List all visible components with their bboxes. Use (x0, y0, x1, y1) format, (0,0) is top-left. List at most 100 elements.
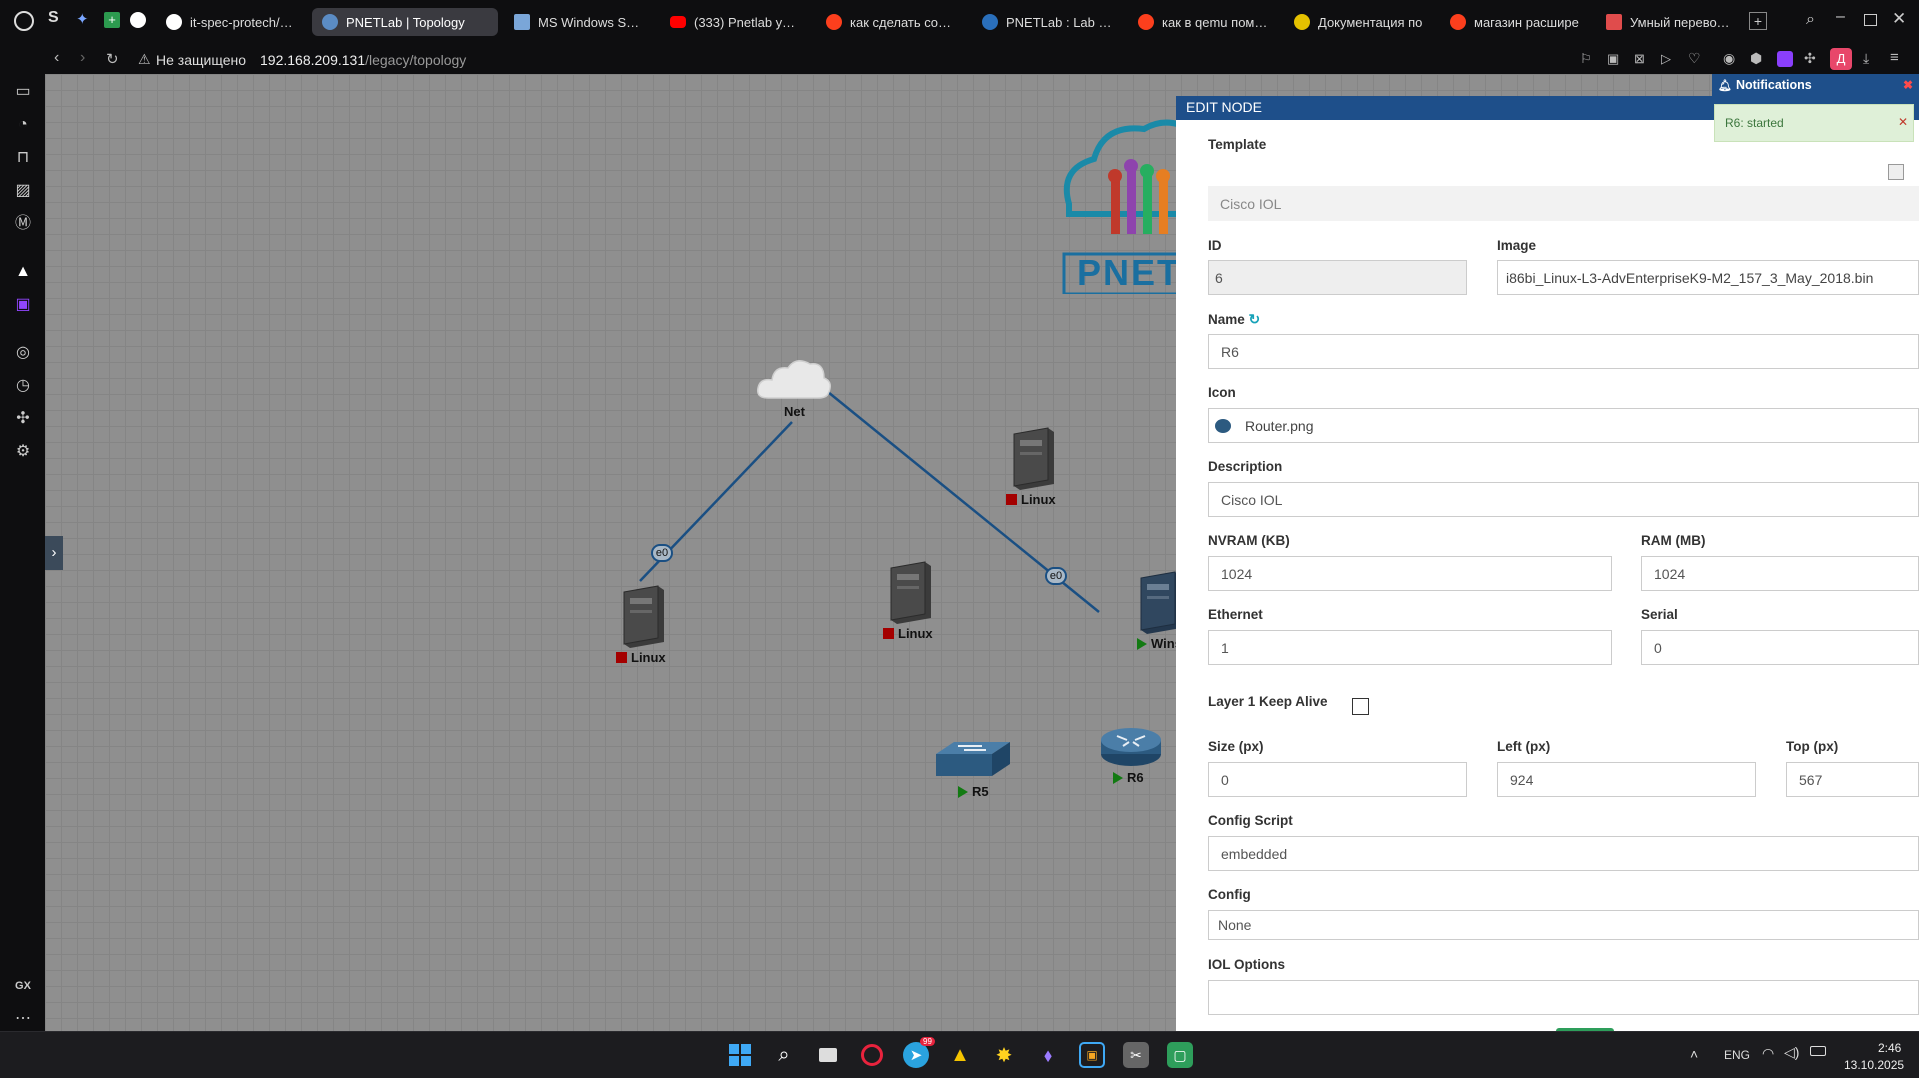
language-indicator[interactable]: ENG (1724, 1048, 1750, 1062)
twitch-icon[interactable]: ▣ (13, 295, 33, 315)
windows-logo-icon (729, 1044, 751, 1066)
player-icon[interactable]: ▷ (1661, 51, 1671, 67)
template-select[interactable]: Cisco IOL (1208, 186, 1919, 221)
tab-8[interactable]: магазин расшире (1440, 8, 1590, 36)
pin-icon[interactable]: ⚐ (1580, 51, 1592, 67)
gx-mods-icon[interactable]: Ⓜ (13, 214, 33, 234)
opera-menu-icon[interactable] (14, 11, 34, 31)
extensions-sidebar-icon[interactable]: ✣ (13, 409, 33, 429)
chevron-up-icon[interactable]: ˄ (1690, 1046, 1698, 1062)
sidebar-toggle-button[interactable]: › (45, 536, 63, 570)
node-linux-2[interactable]: Linux (883, 558, 933, 641)
settings-icon[interactable]: ⚙ (13, 442, 33, 462)
add-workspace-icon[interactable]: + (104, 12, 120, 28)
node-linux-3[interactable]: Linux (1006, 424, 1056, 507)
more-icon[interactable]: ⋯ (13, 1009, 33, 1029)
download-icon[interactable]: ⤓ (1863, 50, 1869, 67)
cube-icon[interactable]: ⬢ (1750, 50, 1762, 67)
tab-3[interactable]: (333) Pnetlab уста (660, 8, 810, 36)
volume-icon[interactable]: ◁) (1784, 1044, 1799, 1061)
puzzle-icon[interactable]: ✣ (1804, 50, 1816, 67)
forward-icon[interactable]: › (80, 49, 85, 67)
node-r5[interactable]: R5 (934, 740, 1010, 799)
gx-corner-icon[interactable]: ▨ (13, 181, 33, 201)
restore-icon[interactable] (1864, 14, 1877, 26)
history-icon[interactable]: ◷ (13, 376, 33, 396)
easy-setup-icon[interactable]: ≡ (1890, 49, 1899, 66)
tab-6[interactable]: как в qemu помен (1128, 8, 1278, 36)
tab-7[interactable]: Документация по (1284, 8, 1434, 36)
aria-icon[interactable]: ▲ (13, 262, 33, 282)
new-tab-button[interactable]: + (1749, 12, 1767, 30)
close-notifications-icon[interactable]: ✖ (1903, 78, 1913, 92)
app-burst-icon[interactable]: ✸ (991, 1042, 1017, 1068)
tab-1[interactable]: PNETLab | Topology (312, 8, 498, 36)
extension-icon[interactable] (1777, 51, 1793, 67)
image-select[interactable]: i86bi_Linux-L3-AdvEnterpriseK9-M2_157_3_… (1497, 260, 1919, 295)
gx-cleaner-icon[interactable]: ◔ (13, 115, 33, 135)
back-icon[interactable]: ‹ (54, 49, 59, 67)
ethernet-label: Ethernet (1208, 607, 1263, 622)
adblock-icon[interactable]: ⊠ (1634, 51, 1645, 67)
profile-avatar[interactable]: Д (1830, 48, 1852, 70)
wifi-icon[interactable]: ◠ (1762, 1045, 1774, 1062)
interface-badge[interactable]: e0 (1045, 567, 1067, 585)
close-window-icon[interactable]: ✕ (1892, 9, 1906, 29)
reload-icon[interactable]: ↻ (106, 50, 119, 68)
gx-control-icon[interactable]: ▭ (13, 82, 33, 102)
minimize-icon[interactable]: – (1836, 8, 1845, 26)
iol-options-input[interactable] (1208, 980, 1919, 1015)
left-input[interactable]: 924 (1497, 762, 1756, 797)
config-script-select[interactable]: embedded (1208, 836, 1919, 871)
ram-input[interactable]: 1024 (1641, 556, 1919, 591)
snapshot-icon[interactable]: ▣ (1607, 51, 1619, 67)
task-view-icon[interactable] (815, 1042, 841, 1068)
start-icon[interactable] (727, 1042, 753, 1068)
interface-badge[interactable]: e0 (651, 544, 673, 562)
url-field[interactable]: 192.168.209.131/legacy/topology (260, 52, 466, 68)
ethernet-input[interactable]: 1 (1208, 630, 1612, 665)
size-input[interactable]: 0 (1208, 762, 1467, 797)
top-input[interactable]: 567 (1786, 762, 1919, 797)
node-linux-1[interactable]: Linux (616, 582, 666, 665)
search-tabs-icon[interactable]: ⌕ (1806, 11, 1815, 29)
tab-islands-icon[interactable]: ✦ (76, 10, 89, 28)
nvram-input[interactable]: 1024 (1208, 556, 1612, 591)
panel-checkbox[interactable] (1888, 164, 1904, 180)
gx-badge-icon[interactable]: GX (13, 976, 33, 996)
app-yellow-icon[interactable]: ▲ (947, 1042, 973, 1068)
battery-icon[interactable] (1810, 1046, 1826, 1056)
app-crystal-icon[interactable]: ⬧ (1035, 1042, 1061, 1068)
workspaces-icon[interactable]: S (48, 9, 59, 27)
name-input[interactable]: R6 (1208, 334, 1919, 369)
virtualbox-icon[interactable]: ▣ (1079, 1042, 1105, 1068)
node-r6[interactable]: R6 (1099, 724, 1163, 785)
github-pinned-icon[interactable] (130, 12, 146, 28)
icon-select[interactable]: Router.png (1208, 408, 1919, 443)
search-icon[interactable]: ⌕ (771, 1042, 797, 1068)
node-net[interactable]: Net (756, 356, 832, 419)
player-sidebar-icon[interactable]: ◎ (13, 343, 33, 363)
keepalive-checkbox[interactable] (1352, 698, 1369, 715)
opera-gx-icon[interactable] (859, 1042, 885, 1068)
reset-name-icon[interactable]: ↻ (1249, 311, 1261, 327)
dismiss-notification-icon[interactable]: ✕ (1898, 115, 1908, 129)
favorites-icon[interactable]: ♡ (1688, 50, 1701, 67)
security-status[interactable]: Не защищено (156, 52, 246, 68)
snipping-icon[interactable]: ✂ (1123, 1042, 1149, 1068)
vmware-icon[interactable]: ▢ (1167, 1042, 1193, 1068)
description-input[interactable]: Cisco IOL (1208, 482, 1919, 517)
tab-label: PNETLab : Lab is S (1006, 14, 1112, 30)
tab-0[interactable]: it-spec-protech/Баз (156, 8, 306, 36)
vpn-icon[interactable]: ◉ (1723, 50, 1735, 67)
tab-2[interactable]: MS Windows Serve (504, 8, 654, 36)
config-select[interactable]: None (1208, 910, 1919, 940)
node-winserver[interactable]: Winserver (1135, 568, 1214, 651)
clock-date[interactable]: 13.10.2025 (1844, 1058, 1904, 1072)
tab-4[interactable]: как сделать comm (816, 8, 966, 36)
serial-input[interactable]: 0 (1641, 630, 1919, 665)
hot-tabs-icon[interactable]: ⊓ (13, 148, 33, 168)
tab-5[interactable]: PNETLab : Lab is S (972, 8, 1122, 36)
clock-time[interactable]: 2:46 (1878, 1041, 1901, 1055)
tab-9[interactable]: Умный переводчи (1596, 8, 1746, 36)
